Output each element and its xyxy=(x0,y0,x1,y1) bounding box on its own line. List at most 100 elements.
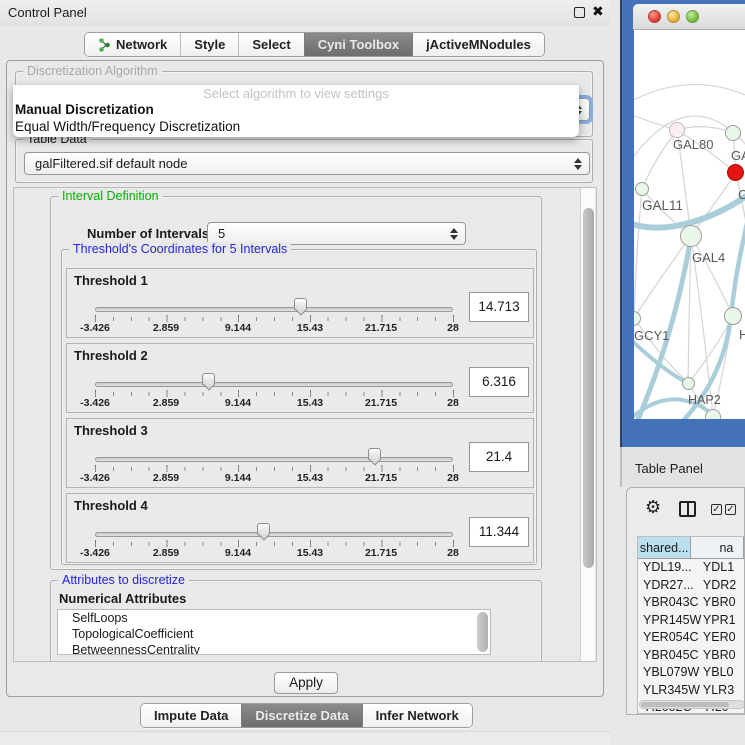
tab-network[interactable]: Network xyxy=(85,33,180,56)
threshold-value-field[interactable]: 21.4 xyxy=(469,442,529,472)
dropdown-item-equal-width[interactable]: Equal Width/Frequency Discretization xyxy=(13,119,579,136)
checkbox-icon[interactable]: ✓ xyxy=(725,504,736,515)
threshold-4-box: Threshold 4 -3.426 2.859 9.144 15.43 21.… xyxy=(66,493,534,563)
interval-definition-group: Interval Definition Number of Intervals … xyxy=(50,196,542,570)
network-node-selected[interactable] xyxy=(727,164,744,181)
slider-thumb[interactable] xyxy=(368,448,381,460)
table-data-combobox[interactable]: galFiltered.sif default node xyxy=(24,152,590,175)
scale-label: 28 xyxy=(431,322,475,334)
threshold-label: Threshold 1 xyxy=(74,273,148,288)
scale-label: 9.144 xyxy=(216,472,260,484)
network-node[interactable] xyxy=(682,377,695,390)
table-panel-header: Table Panel xyxy=(620,447,745,487)
table-panel: ⚙ ✓ ✓ shared... na YDL19...YDL1 YDR27...… xyxy=(626,487,745,715)
network-node[interactable] xyxy=(725,125,741,141)
minimize-traffic-light[interactable] xyxy=(667,10,680,23)
table-row[interactable]: YER054CYER0 xyxy=(638,629,744,647)
zoom-traffic-light[interactable] xyxy=(686,10,699,23)
node-label: GAL4 xyxy=(692,250,725,265)
tab-cyni-toolbox[interactable]: Cyni Toolbox xyxy=(304,33,412,56)
table-row[interactable]: YBR045CYBR0 xyxy=(638,647,744,665)
float-window-icon[interactable] xyxy=(574,7,585,18)
tab-impute-data[interactable]: Impute Data xyxy=(141,704,241,727)
threshold-3-box: Threshold 3 -3.426 2.859 9.144 15.43 21.… xyxy=(66,418,534,488)
cell: YBR0 xyxy=(703,594,744,612)
attributes-group: Attributes to discretize Numerical Attri… xyxy=(50,580,542,662)
network-node[interactable] xyxy=(669,122,685,138)
tab-style[interactable]: Style xyxy=(180,33,238,56)
slider-track[interactable] xyxy=(95,382,453,387)
scale-label: 15.43 xyxy=(288,547,332,559)
scrollbar-thumb[interactable] xyxy=(583,208,594,568)
slider-track[interactable] xyxy=(95,532,453,537)
tab-jactivemnodules[interactable]: jActiveMNodules xyxy=(412,33,544,56)
settings-scrollbar[interactable] xyxy=(580,188,595,661)
tab-select[interactable]: Select xyxy=(238,33,303,56)
cell: YBR043C xyxy=(638,594,703,612)
scale-label: 2.859 xyxy=(144,397,188,409)
num-intervals-value: 5 xyxy=(218,226,225,241)
scale-label: 15.43 xyxy=(288,322,332,334)
close-traffic-light[interactable] xyxy=(648,10,661,23)
table-row[interactable]: YDL19...YDL1 xyxy=(638,559,744,577)
attributes-list[interactable]: SelfLoops TopologicalCoefficient Between… xyxy=(57,609,491,655)
panel-title: Control Panel xyxy=(8,5,87,20)
list-scrollbar[interactable] xyxy=(477,612,488,652)
network-node[interactable] xyxy=(724,307,742,325)
table-row[interactable]: YBR043CYBR0 xyxy=(638,594,744,612)
table-row[interactable]: YLR345WYLR3 xyxy=(638,682,744,700)
algorithm-dropdown-popup: Select algorithm to view settings Manual… xyxy=(13,85,579,137)
slider-thumb[interactable] xyxy=(294,298,307,310)
cell: YBR0 xyxy=(703,647,744,665)
slider-track[interactable] xyxy=(95,307,453,312)
cell: YDR27... xyxy=(638,577,703,595)
network-node[interactable] xyxy=(705,409,721,419)
table-row[interactable]: YDR27...YDR2 xyxy=(638,577,744,595)
thresholds-group-title: Threshold's Coordinates for 5 Intervals xyxy=(69,242,291,256)
threshold-2-box: Threshold 2 -3.426 2.859 9.144 15.43 21.… xyxy=(66,343,534,413)
network-node[interactable] xyxy=(680,225,702,247)
slider-thumb[interactable] xyxy=(257,523,270,535)
network-icon xyxy=(98,38,111,52)
gear-icon[interactable]: ⚙ xyxy=(645,497,661,518)
dropdown-item-manual[interactable]: Manual Discretization xyxy=(13,102,579,119)
cell: YDL1 xyxy=(703,559,744,577)
node-label: GAL80 xyxy=(673,137,713,152)
network-node[interactable] xyxy=(635,182,649,196)
columns-icon[interactable] xyxy=(679,501,696,517)
network-canvas[interactable]: GAL80 GA GAL11 C GAL4 GCY1 H HAP2 xyxy=(634,30,745,419)
scale-label: 28 xyxy=(431,472,475,484)
tab-label: Network xyxy=(116,37,167,52)
table-row[interactable]: YBL079WYBL0 xyxy=(638,664,744,682)
table-panel-title: Table Panel xyxy=(635,461,703,476)
tab-discretize-data[interactable]: Discretize Data xyxy=(241,704,361,727)
tab-infer-network[interactable]: Infer Network xyxy=(362,704,472,727)
scale-label: 28 xyxy=(431,547,475,559)
table-horizontal-scrollbar[interactable] xyxy=(639,700,744,709)
scale-label: 21.715 xyxy=(359,397,403,409)
column-header-name[interactable]: na xyxy=(691,537,744,558)
scale-label: 2.859 xyxy=(144,322,188,334)
cell: YER054C xyxy=(638,629,703,647)
list-item[interactable]: SelfLoops xyxy=(58,610,490,626)
settings-scrollpane: Interval Definition Number of Intervals … xyxy=(13,187,597,662)
table-data-value: galFiltered.sif default node xyxy=(35,156,187,171)
slider-track[interactable] xyxy=(95,457,453,462)
cell: YDR2 xyxy=(703,577,744,595)
apply-button[interactable]: Apply xyxy=(274,672,338,694)
threshold-value-field[interactable]: 14.713 xyxy=(469,292,529,322)
column-header-shared-name[interactable]: shared... xyxy=(638,537,691,558)
background xyxy=(620,715,745,745)
table-row[interactable]: YPR145WYPR1 xyxy=(638,612,744,630)
top-tab-bar: Network Style Select Cyni Toolbox jActiv… xyxy=(84,32,545,57)
scrollbar-thumb[interactable] xyxy=(641,702,729,707)
slider-thumb[interactable] xyxy=(202,373,215,385)
threshold-value-field[interactable]: 6.316 xyxy=(469,367,529,397)
threshold-value-field[interactable]: 11.344 xyxy=(469,517,529,547)
close-icon[interactable]: ✖ xyxy=(592,3,604,20)
checkbox-icon[interactable]: ✓ xyxy=(711,504,722,515)
list-item[interactable]: BetweennessCentrality xyxy=(58,642,490,655)
list-item[interactable]: TopologicalCoefficient xyxy=(58,626,490,642)
cell: YPR1 xyxy=(703,612,744,630)
dropdown-placeholder-item[interactable]: Select algorithm to view settings xyxy=(13,85,579,102)
